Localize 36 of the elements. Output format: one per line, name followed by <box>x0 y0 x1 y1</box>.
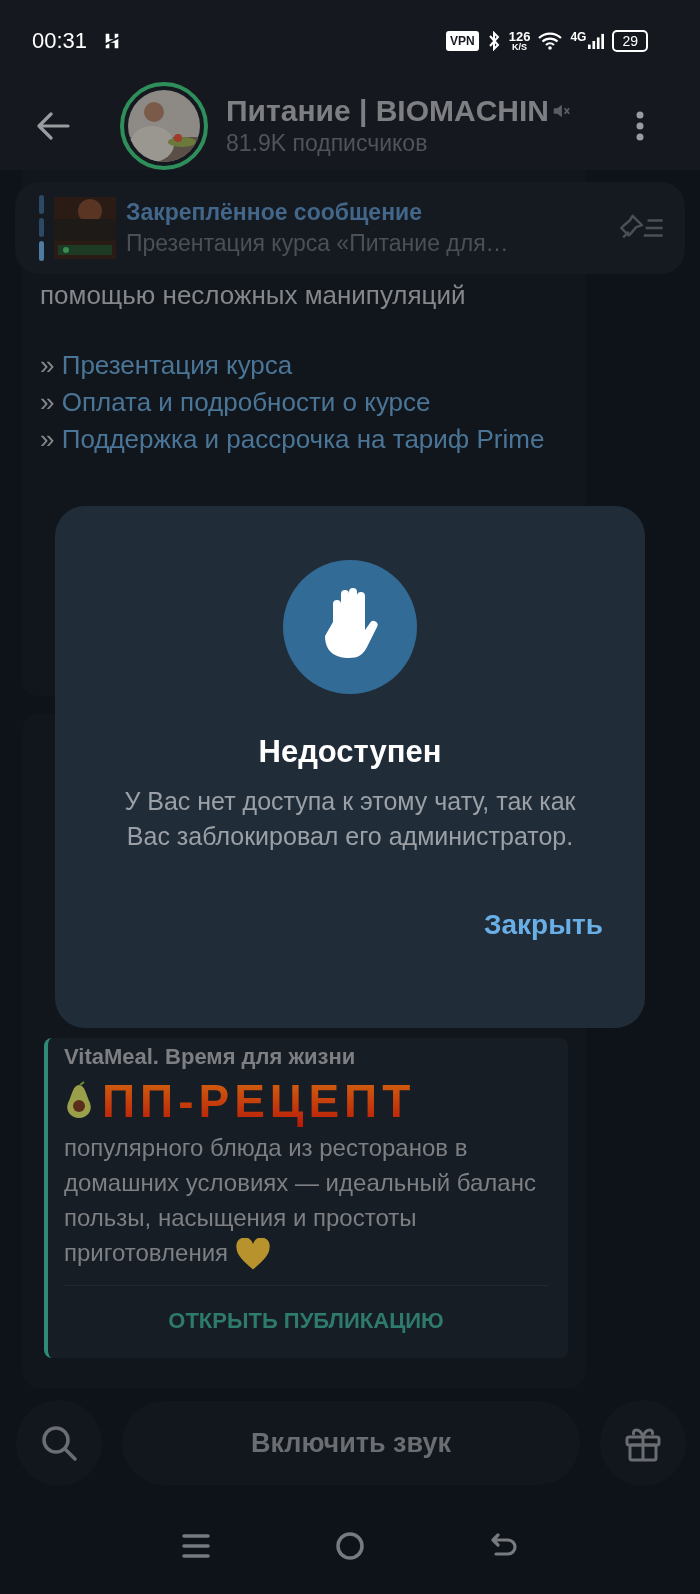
heart-icon <box>234 1238 271 1271</box>
vpn-badge: VPN <box>446 30 479 51</box>
unmute-button[interactable]: Включить звук <box>122 1401 580 1485</box>
message-link[interactable]: Оплата и подробности о курсе <box>61 387 431 417</box>
speed-unit: K/S <box>512 42 528 52</box>
dialog-message: У Вас нет доступа к этому чату, так как Вас заблокировал его администратор. <box>123 786 577 852</box>
post-text: популярного блюда из ресторанов в домашних условиях — идеальный баланс пользы, насыщения и простоты приготовления <box>64 1129 544 1271</box>
raised-hand-icon <box>283 560 417 694</box>
menu-icon[interactable] <box>182 1532 211 1560</box>
battery-level: 29 <box>612 29 648 52</box>
close-button[interactable]: Закрыть <box>477 908 609 942</box>
subscriber-count: 81.9K подписчиков <box>226 130 429 158</box>
back-arrow-icon[interactable] <box>36 111 70 140</box>
pinned-indicator-icon <box>39 195 44 261</box>
channel-title[interactable]: Питание | BIOMACHIN <box>226 94 549 129</box>
bluetooth-icon <box>486 30 501 51</box>
message-link[interactable]: Поддержка и рассрочка на тариф Prime <box>61 424 545 454</box>
network-speed: 126 <box>508 29 531 43</box>
wifi-icon <box>538 31 563 50</box>
signal-icon <box>588 31 605 50</box>
more-options-icon[interactable] <box>636 110 644 141</box>
bullet-mark: » <box>40 350 55 380</box>
search-icon <box>39 1423 79 1463</box>
bullet-mark: » <box>40 387 55 417</box>
status-time: 00:31 <box>32 27 88 54</box>
network-type: 4G <box>570 30 587 44</box>
message-text: помощью несложных манипуляций <box>40 280 467 311</box>
avocado-icon <box>64 1080 94 1121</box>
home-icon[interactable] <box>335 1531 365 1561</box>
message-link[interactable]: Презентация курса <box>61 350 293 380</box>
app-notification-icon <box>103 31 122 50</box>
open-post-button[interactable]: ОТКРЫТЬ ПУБЛИКАЦИЮ <box>64 1286 548 1354</box>
dialog-title: Недоступен <box>258 734 442 770</box>
forward-source[interactable]: VitaMeal. Время для жизни <box>64 1043 548 1070</box>
bullet-mark: » <box>40 424 55 454</box>
pinned-title: Закреплённое сообщение <box>126 199 423 226</box>
